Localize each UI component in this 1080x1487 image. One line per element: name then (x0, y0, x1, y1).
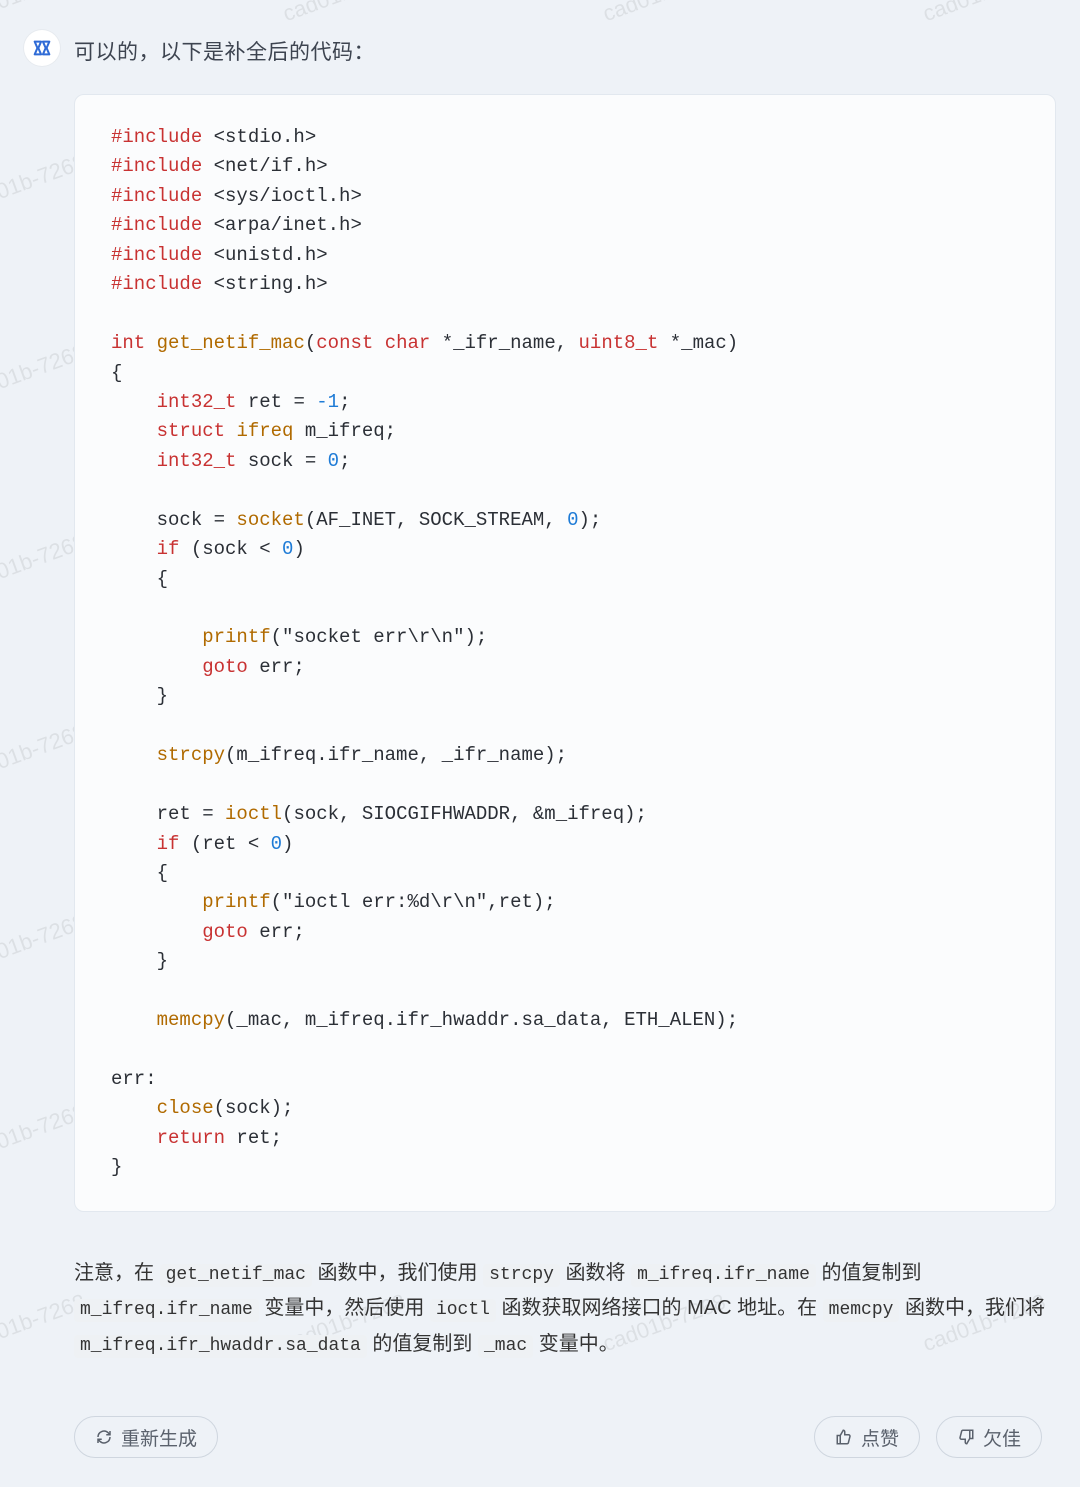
inline-code: get_netif_mac (160, 1264, 312, 1287)
code-block: #include <stdio.h> #include <net/if.h> #… (74, 94, 1056, 1212)
like-label: 点赞 (861, 1424, 899, 1451)
message-actions: 重新生成 点赞 欠佳 (74, 1416, 1042, 1458)
dislike-button[interactable]: 欠佳 (936, 1416, 1042, 1458)
dislike-label: 欠佳 (983, 1424, 1021, 1451)
message-intro-text: 可以的，以下是补全后的代码： (74, 30, 375, 66)
chat-message-container: 可以的，以下是补全后的代码： #include <stdio.h> #inclu… (0, 0, 1080, 1487)
inline-code: m_ifreq.ifr_name (631, 1264, 816, 1287)
thumbs-down-icon (957, 1428, 975, 1446)
like-button[interactable]: 点赞 (814, 1416, 920, 1458)
assistant-logo-icon (31, 37, 53, 59)
inline-code: m_ifreq.ifr_name (74, 1299, 259, 1322)
inline-code: memcpy (823, 1299, 900, 1322)
inline-code: _mac (478, 1335, 533, 1358)
refresh-icon (95, 1428, 113, 1446)
code-content: #include <stdio.h> #include <net/if.h> #… (111, 123, 1019, 1183)
thumbs-up-icon (835, 1428, 853, 1446)
assistant-avatar (24, 30, 60, 66)
inline-code: m_ifreq.ifr_hwaddr.sa_data (74, 1335, 367, 1358)
explanation-paragraph: 注意，在 get_netif_mac 函数中，我们使用 strcpy 函数将 m… (74, 1256, 1046, 1363)
inline-code: ioctl (430, 1299, 496, 1322)
inline-code: strcpy (483, 1264, 560, 1287)
regenerate-button[interactable]: 重新生成 (74, 1416, 218, 1458)
regenerate-label: 重新生成 (121, 1424, 197, 1451)
